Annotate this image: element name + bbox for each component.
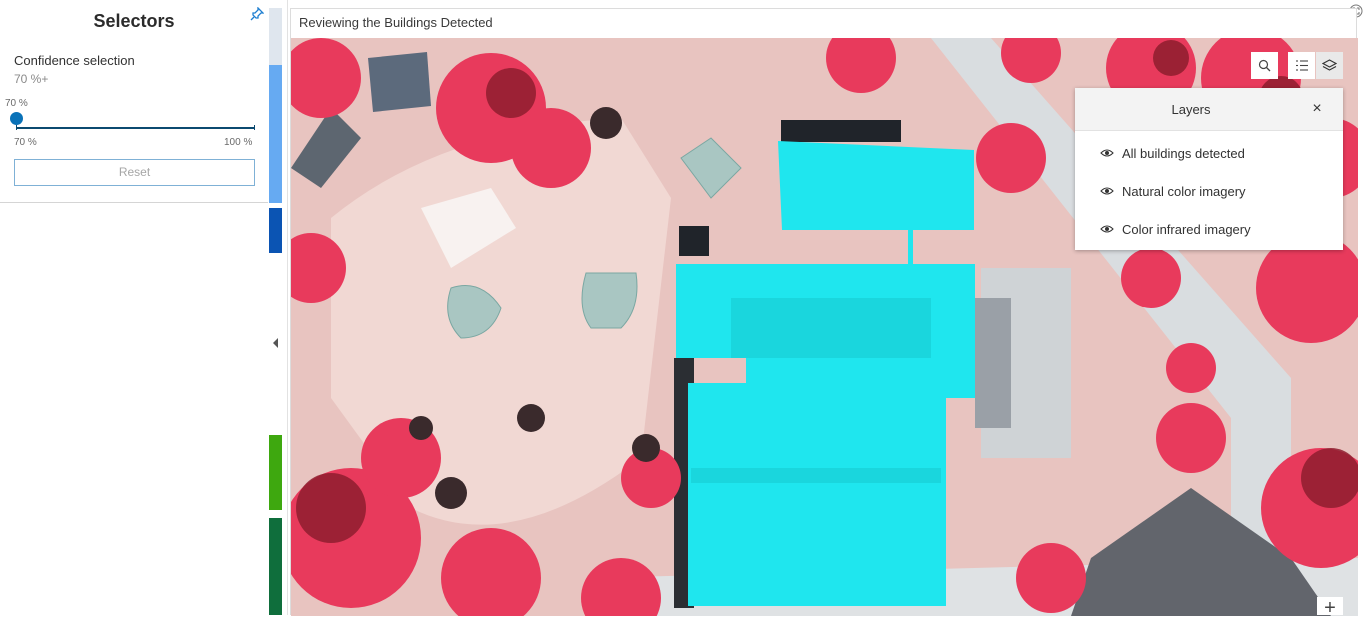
confidence-label: Confidence selection <box>14 53 135 68</box>
color-strip-dark-green <box>269 518 282 615</box>
close-icon[interactable]: × <box>1307 99 1327 119</box>
layer-item-natural-color[interactable]: Natural color imagery <box>1075 172 1343 210</box>
collapse-panel-icon[interactable] <box>273 338 278 348</box>
map-legend-button[interactable] <box>1288 52 1315 79</box>
color-strip-dark-blue <box>269 208 282 253</box>
map-search-button[interactable] <box>1251 52 1278 79</box>
selectors-card: Selectors Confidence selection 70 %+ 70 … <box>0 0 268 203</box>
eye-icon[interactable] <box>1100 224 1114 234</box>
confidence-slider-thumb[interactable] <box>10 112 23 125</box>
map-layers-button[interactable] <box>1316 52 1343 79</box>
layer-item-color-infrared[interactable]: Color infrared imagery <box>1075 210 1343 248</box>
color-strip-green <box>269 435 282 510</box>
confidence-slider-track[interactable] <box>16 127 255 129</box>
legend-list-icon <box>1295 60 1308 71</box>
slider-min-tick <box>16 125 17 130</box>
layer-label: Natural color imagery <box>1122 184 1246 199</box>
slider-max-tick <box>254 125 255 130</box>
reset-button[interactable]: Reset <box>14 159 255 186</box>
layers-panel: Layers × All buildings detected Natural … <box>1075 88 1343 250</box>
layers-stack-icon <box>1322 58 1337 71</box>
layers-panel-title: Layers <box>1171 102 1211 117</box>
color-strip-blue <box>269 65 282 203</box>
slider-min-label: 70 % <box>14 137 37 148</box>
selectors-panel: Selectors Confidence selection 70 %+ 70 … <box>0 0 287 615</box>
layer-item-all-buildings[interactable]: All buildings detected <box>1075 134 1343 172</box>
pin-icon[interactable] <box>250 7 264 21</box>
panel-divider <box>287 0 288 615</box>
layer-label: All buildings detected <box>1122 146 1245 161</box>
eye-icon[interactable] <box>1100 186 1114 196</box>
map-title: Reviewing the Buildings Detected <box>299 15 493 30</box>
layers-panel-header: Layers × <box>1075 88 1343 131</box>
slider-current-label: 70 % <box>5 98 28 109</box>
zoom-in-button[interactable]: + <box>1317 597 1343 619</box>
confidence-value: 70 %+ <box>14 72 49 86</box>
search-icon <box>1258 59 1271 72</box>
color-strip-light-blue <box>269 8 282 65</box>
eye-icon[interactable] <box>1100 148 1114 158</box>
layer-label: Color infrared imagery <box>1122 222 1251 237</box>
slider-max-label: 100 % <box>224 137 253 148</box>
panel-title: Selectors <box>93 11 175 31</box>
